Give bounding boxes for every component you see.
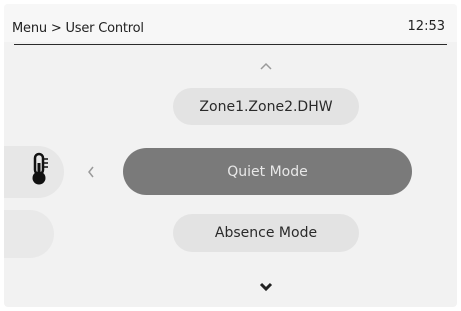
chevron-down-icon[interactable]	[258, 281, 274, 293]
clock: 12:53	[407, 19, 445, 34]
side-panel-item[interactable]	[4, 210, 54, 258]
menu-item-selected[interactable]: Quiet Mode	[123, 148, 412, 195]
menu-item-label: Zone1.Zone2.DHW	[199, 98, 333, 115]
menu-item-label: Absence Mode	[214, 225, 318, 241]
menu-item-prev[interactable]: Zone1.Zone2.DHW	[173, 88, 359, 125]
chevron-up-icon[interactable]	[259, 61, 273, 71]
breadcrumb: Menu > User Control	[12, 21, 144, 36]
menu-item-label: Quiet Mode	[227, 163, 308, 180]
chevron-left-icon[interactable]	[86, 165, 96, 179]
control-screen: Menu > User Control 12:53 Zone1.Zone2.DH…	[4, 4, 457, 307]
header-bar: Menu > User Control 12:53	[4, 4, 457, 42]
header-divider	[14, 44, 447, 45]
menu-item-next[interactable]: Absence Mode	[173, 214, 359, 252]
thermometer-icon	[32, 152, 48, 185]
